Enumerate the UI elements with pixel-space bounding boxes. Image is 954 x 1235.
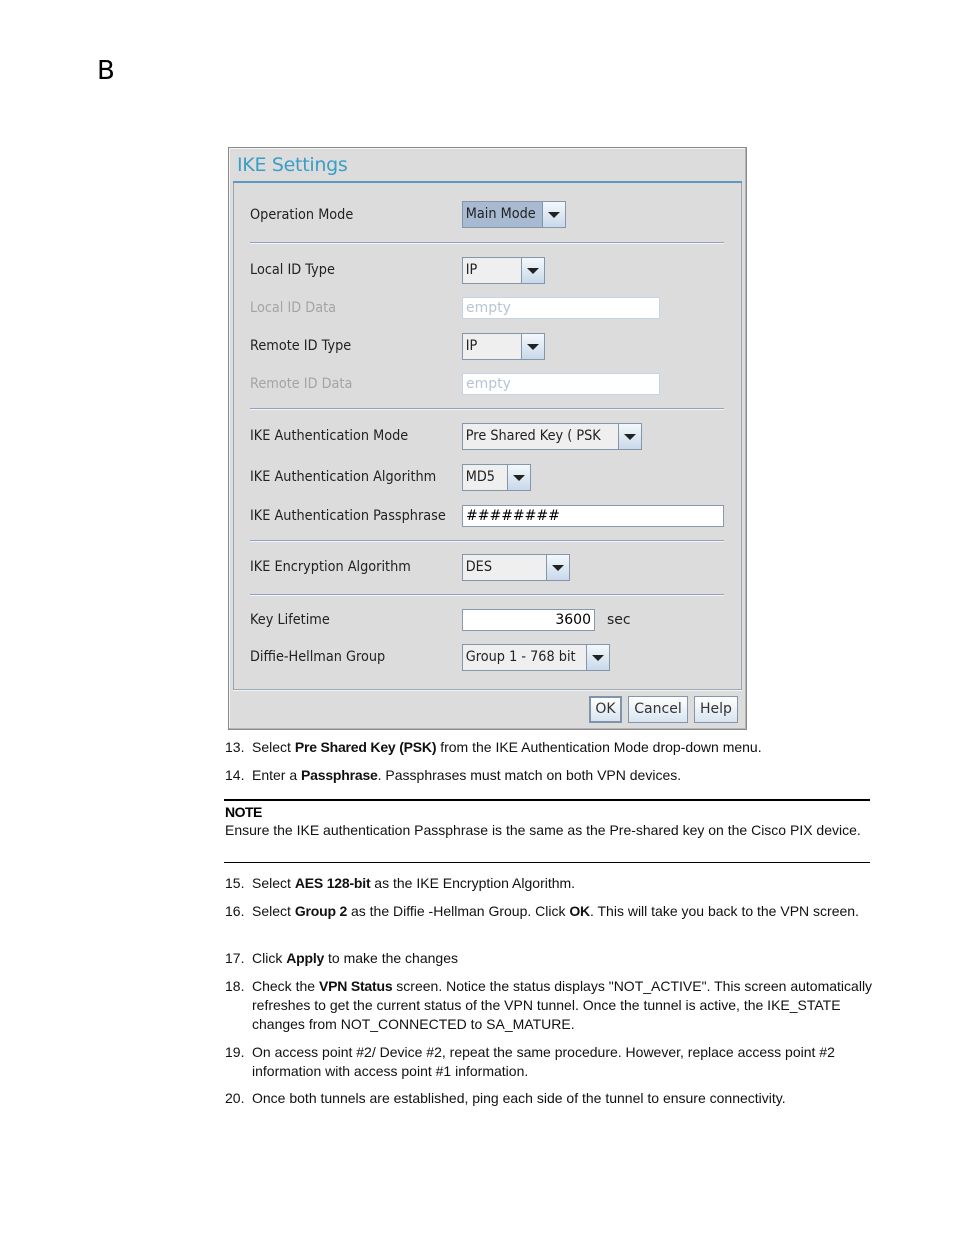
chevron-down-icon[interactable] bbox=[586, 645, 609, 670]
remote-id-type-label: Remote ID Type bbox=[250, 338, 352, 354]
step-text: Check the VPN Status screen. Notice the … bbox=[252, 978, 873, 1032]
operation-mode-select[interactable]: Main Mode bbox=[462, 201, 566, 228]
note-top-rule bbox=[224, 799, 870, 801]
divider bbox=[250, 408, 724, 409]
step-text: Enter a Passphrase. Passphrases must mat… bbox=[252, 767, 682, 783]
ok-button[interactable]: OK bbox=[589, 696, 622, 723]
chapter-letter: B bbox=[97, 56, 115, 86]
auth-algorithm-value: MD5 bbox=[465, 469, 495, 485]
step-number: 20. bbox=[225, 1090, 245, 1106]
step-number: 15. bbox=[225, 875, 245, 891]
step-item: 14. Enter a Passphrase. Passphrases must … bbox=[225, 766, 875, 785]
divider bbox=[250, 540, 724, 541]
auth-algorithm-label: IKE Authentication Algorithm bbox=[250, 469, 437, 485]
ui-term: Passphrase bbox=[301, 767, 378, 783]
ui-term: AES 128-bit bbox=[294, 875, 371, 891]
note-heading: NOTE bbox=[225, 804, 262, 820]
step-item: 13. Select Pre Shared Key (PSK) from the … bbox=[225, 738, 875, 757]
ui-term: VPN Status bbox=[318, 978, 393, 994]
encryption-algorithm-label: IKE Encryption Algorithm bbox=[250, 559, 411, 575]
auth-mode-value: Pre Shared Key ( PSK ) bbox=[465, 428, 606, 444]
ui-term: Apply bbox=[286, 950, 325, 966]
key-lifetime-label: Key Lifetime bbox=[250, 612, 330, 628]
remote-id-type-value: IP bbox=[465, 338, 478, 354]
dialog-title: IKE Settings bbox=[237, 154, 348, 176]
step-text: On access point #2/ Device #2, repeat th… bbox=[252, 1044, 835, 1079]
help-button[interactable]: Help bbox=[694, 696, 738, 723]
remote-id-data-input[interactable]: empty bbox=[462, 373, 660, 395]
auth-mode-select[interactable]: Pre Shared Key ( PSK ) bbox=[462, 423, 642, 450]
dh-group-label: Diffie-Hellman Group bbox=[250, 649, 386, 665]
step-number: 13. bbox=[225, 739, 245, 755]
local-id-type-select[interactable]: IP bbox=[462, 257, 545, 284]
step-item: 18. Check the VPN Status screen. Notice t… bbox=[225, 977, 875, 1034]
chevron-down-icon[interactable] bbox=[546, 555, 569, 580]
step-text: Click Apply to make the changes bbox=[252, 950, 458, 966]
step-text: Select Group 2 as the Diffie -Hellman Gr… bbox=[252, 903, 859, 919]
step-item: 19. On access point #2/ Device #2, repeat… bbox=[225, 1043, 875, 1081]
auth-algorithm-select[interactable]: MD5 bbox=[462, 464, 531, 491]
ui-term: Group 2 bbox=[294, 903, 348, 919]
encryption-algorithm-value: DES bbox=[465, 559, 492, 575]
dh-group-select[interactable]: Group 1 - 768 bit bbox=[462, 644, 610, 671]
chevron-down-icon[interactable] bbox=[521, 334, 544, 359]
step-item: 17. Click Apply to make the changes bbox=[225, 949, 875, 968]
step-number: 16. bbox=[225, 903, 245, 919]
key-lifetime-input[interactable]: 3600 bbox=[462, 609, 595, 631]
ui-term: OK bbox=[569, 903, 590, 919]
chevron-down-icon[interactable] bbox=[618, 424, 641, 449]
note-bottom-rule bbox=[224, 862, 870, 863]
divider bbox=[250, 594, 724, 595]
auth-passphrase-label: IKE Authentication Passphrase bbox=[250, 508, 446, 524]
step-item: 20. Once both tunnels are established, pi… bbox=[225, 1089, 875, 1108]
note-text: Ensure the IKE authentication Passphrase… bbox=[225, 822, 861, 838]
key-lifetime-unit: sec bbox=[607, 612, 631, 628]
operation-mode-value: Main Mode bbox=[465, 206, 536, 222]
chevron-down-icon[interactable] bbox=[507, 465, 530, 490]
operation-mode-label: Operation Mode bbox=[250, 207, 354, 223]
step-number: 17. bbox=[225, 950, 245, 966]
dh-group-value: Group 1 - 768 bit bbox=[465, 649, 576, 665]
local-id-type-value: IP bbox=[465, 262, 478, 278]
step-item: 15. Select AES 128-bit as the IKE Encrypt… bbox=[225, 874, 875, 893]
step-number: 19. bbox=[225, 1044, 245, 1060]
step-item: 16. Select Group 2 as the Diffie -Hellman… bbox=[225, 902, 875, 921]
step-text: Select Pre Shared Key (PSK) from the IKE… bbox=[252, 739, 762, 755]
step-number: 14. bbox=[225, 767, 245, 783]
encryption-algorithm-select[interactable]: DES bbox=[462, 554, 570, 581]
local-id-data-input[interactable]: empty bbox=[462, 297, 660, 319]
local-id-type-label: Local ID Type bbox=[250, 262, 335, 278]
divider bbox=[250, 242, 724, 243]
cancel-button[interactable]: Cancel bbox=[628, 696, 688, 723]
chevron-down-icon[interactable] bbox=[542, 202, 565, 227]
remote-id-type-select[interactable]: IP bbox=[462, 333, 545, 360]
remote-id-data-label: Remote ID Data bbox=[250, 376, 353, 392]
local-id-data-label: Local ID Data bbox=[250, 300, 337, 316]
step-number: 18. bbox=[225, 978, 245, 994]
ike-settings-dialog: IKE Settings Operation Mode Main Mode Lo… bbox=[228, 147, 747, 730]
step-text: Select AES 128-bit as the IKE Encryption… bbox=[252, 875, 576, 891]
step-text: Once both tunnels are established, ping … bbox=[252, 1090, 786, 1106]
auth-passphrase-input[interactable]: ######## bbox=[462, 505, 724, 527]
auth-mode-label: IKE Authentication Mode bbox=[250, 428, 409, 444]
ui-term: Pre Shared Key (PSK) bbox=[294, 739, 437, 755]
chevron-down-icon[interactable] bbox=[521, 258, 544, 283]
